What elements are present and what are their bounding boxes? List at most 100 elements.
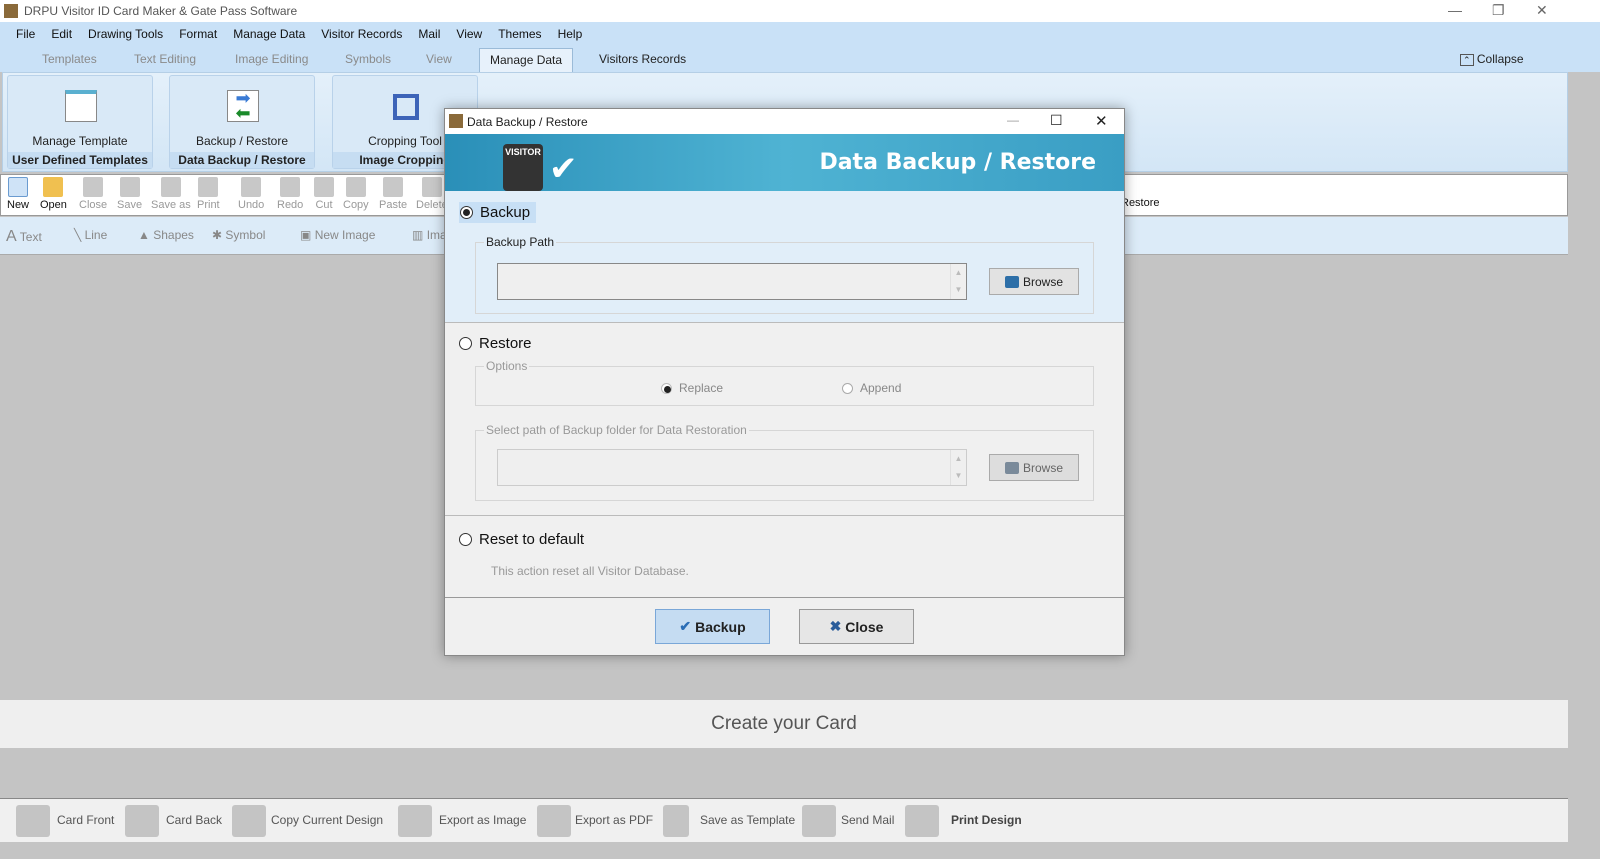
symbol-tool[interactable]: ✱ Symbol [212, 228, 265, 242]
restore-toolbar-button[interactable]: Restore [1121, 197, 1160, 209]
send-mail-button[interactable]: Send Mail [841, 813, 894, 827]
print-button[interactable]: Print [197, 177, 220, 211]
visitor-badge-icon: VISITOR [503, 144, 543, 191]
crop-icon[interactable] [393, 94, 419, 120]
print-design-button[interactable]: Print Design [951, 813, 1022, 827]
check-icon: ✔ [679, 618, 692, 634]
new-file-icon [8, 177, 28, 197]
backup-restore-icon[interactable]: ➡ ⬅ [227, 89, 259, 122]
dialog-maximize-button[interactable]: ☐ [1050, 112, 1063, 129]
save-as-icon [160, 177, 181, 197]
image-icon: ▣ [300, 228, 312, 242]
restore-button[interactable]: ❐ [1492, 2, 1505, 19]
manage-template-icon[interactable] [65, 90, 97, 122]
copy-design-icon [232, 805, 266, 837]
menu-file[interactable]: File [16, 27, 35, 41]
dialog-banner: VISITOR ✔ Data Backup / Restore [445, 134, 1124, 191]
open-button[interactable]: Open [40, 177, 67, 211]
restore-radio[interactable]: Restore [459, 335, 532, 352]
menu-format[interactable]: Format [179, 27, 217, 41]
save-button[interactable]: Save [117, 177, 142, 211]
menu-manage-data[interactable]: Manage Data [233, 27, 305, 41]
menu-visitor-records[interactable]: Visitor Records [321, 27, 402, 41]
export-pdf-button[interactable]: Export as PDF [575, 813, 653, 827]
options-legend: Options [484, 359, 530, 373]
close-file-icon [83, 177, 104, 197]
backup-path-input[interactable]: ▲ ▼ [497, 263, 967, 300]
shapes-tool[interactable]: ▲ Shapes [138, 228, 194, 242]
close-dialog-button[interactable]: ✖ Close [799, 609, 914, 644]
printer-icon [905, 805, 939, 837]
copy-current-design-button[interactable]: Copy Current Design [271, 813, 383, 827]
scrollbar[interactable]: ▲ ▼ [950, 264, 966, 299]
replace-radio[interactable]: Replace [661, 381, 723, 395]
redo-button[interactable]: Redo [277, 177, 303, 211]
new-button[interactable]: New [7, 177, 29, 211]
backup-restore-button[interactable]: Backup / Restore [170, 134, 314, 148]
pdf-icon [537, 805, 571, 837]
card-front-button[interactable]: Card Front [57, 813, 114, 827]
menu-themes[interactable]: Themes [498, 27, 541, 41]
tab-templates[interactable]: Templates [42, 52, 97, 66]
bottom-toolbar: Card Front Card Back Copy Current Design… [0, 798, 1568, 842]
cut-button[interactable]: Cut [314, 177, 334, 211]
text-icon: A [6, 228, 17, 245]
copy-button[interactable]: Copy [343, 177, 369, 211]
backup-button[interactable]: ✔ Backup [655, 609, 770, 644]
restore-path-input[interactable]: ▲ ▼ [497, 449, 967, 486]
tab-text-editing[interactable]: Text Editing [134, 52, 196, 66]
dialog-close-button[interactable]: ✕ [1095, 112, 1108, 130]
folder-search-icon [1004, 275, 1019, 288]
save-as-template-button[interactable]: Save as Template [700, 813, 795, 827]
append-radio[interactable]: Append [842, 381, 901, 395]
guard-icon: ✔ [549, 150, 578, 188]
reset-note: This action reset all Visitor Database. [491, 564, 689, 578]
export-image-icon [398, 805, 432, 837]
radio-icon [459, 337, 472, 350]
menu-edit[interactable]: Edit [51, 27, 72, 41]
chevron-up-icon: ⌃ [1460, 54, 1474, 66]
close-file-button[interactable]: Close [79, 177, 107, 211]
minimize-button[interactable]: — [1448, 2, 1462, 18]
radio-selected-icon [460, 206, 473, 219]
collapse-button[interactable]: ⌃ Collapse [1460, 52, 1524, 66]
text-tool[interactable]: A Text [6, 228, 42, 246]
export-image-button[interactable]: Export as Image [439, 813, 526, 827]
tab-manage-data[interactable]: Manage Data [479, 48, 574, 72]
scrollbar[interactable]: ▲ ▼ [950, 450, 966, 485]
card-back-button[interactable]: Card Back [166, 813, 222, 827]
tab-view[interactable]: View [426, 52, 452, 66]
reset-radio[interactable]: Reset to default [459, 531, 584, 548]
dialog-title: Data Backup / Restore [467, 114, 588, 129]
redo-icon [280, 177, 301, 197]
tab-symbols[interactable]: Symbols [345, 52, 391, 66]
dialog-title-bar: Data Backup / Restore — ☐ ✕ [445, 109, 1124, 134]
menu-help[interactable]: Help [558, 27, 583, 41]
menu-view[interactable]: View [456, 27, 482, 41]
mail-icon [802, 805, 836, 837]
menu-mail[interactable]: Mail [418, 27, 440, 41]
new-image-tool[interactable]: ▣ New Image [300, 228, 375, 242]
tab-image-editing[interactable]: Image Editing [235, 52, 308, 66]
radio-icon [459, 533, 472, 546]
backup-section: Backup Backup Path ▲ ▼ Browse [445, 191, 1124, 323]
tab-visitors-records[interactable]: Visitors Records [599, 52, 686, 66]
line-tool[interactable]: ╲ Line [74, 228, 107, 242]
undo-icon [241, 177, 262, 197]
manage-template-button[interactable]: Manage Template [8, 134, 152, 148]
restore-path-legend: Select path of Backup folder for Data Re… [484, 423, 749, 437]
save-as-button[interactable]: Save as [151, 177, 191, 211]
backup-radio[interactable]: Backup [459, 202, 537, 223]
ribbon-tabs: Templates Text Editing Image Editing Sym… [0, 46, 1600, 72]
menu-drawing-tools[interactable]: Drawing Tools [88, 27, 163, 41]
group-label: Data Backup / Restore [170, 152, 314, 168]
dialog-minimize-button[interactable]: — [1007, 113, 1019, 127]
undo-button[interactable]: Undo [238, 177, 264, 211]
backup-browse-button[interactable]: Browse [989, 268, 1079, 295]
close-button[interactable]: ✕ [1536, 2, 1548, 19]
delete-icon [421, 177, 442, 197]
collapse-label: Collapse [1476, 52, 1524, 66]
symbol-icon: ✱ [212, 228, 223, 242]
restore-browse-button[interactable]: Browse [989, 454, 1079, 481]
paste-button[interactable]: Paste [379, 177, 407, 211]
